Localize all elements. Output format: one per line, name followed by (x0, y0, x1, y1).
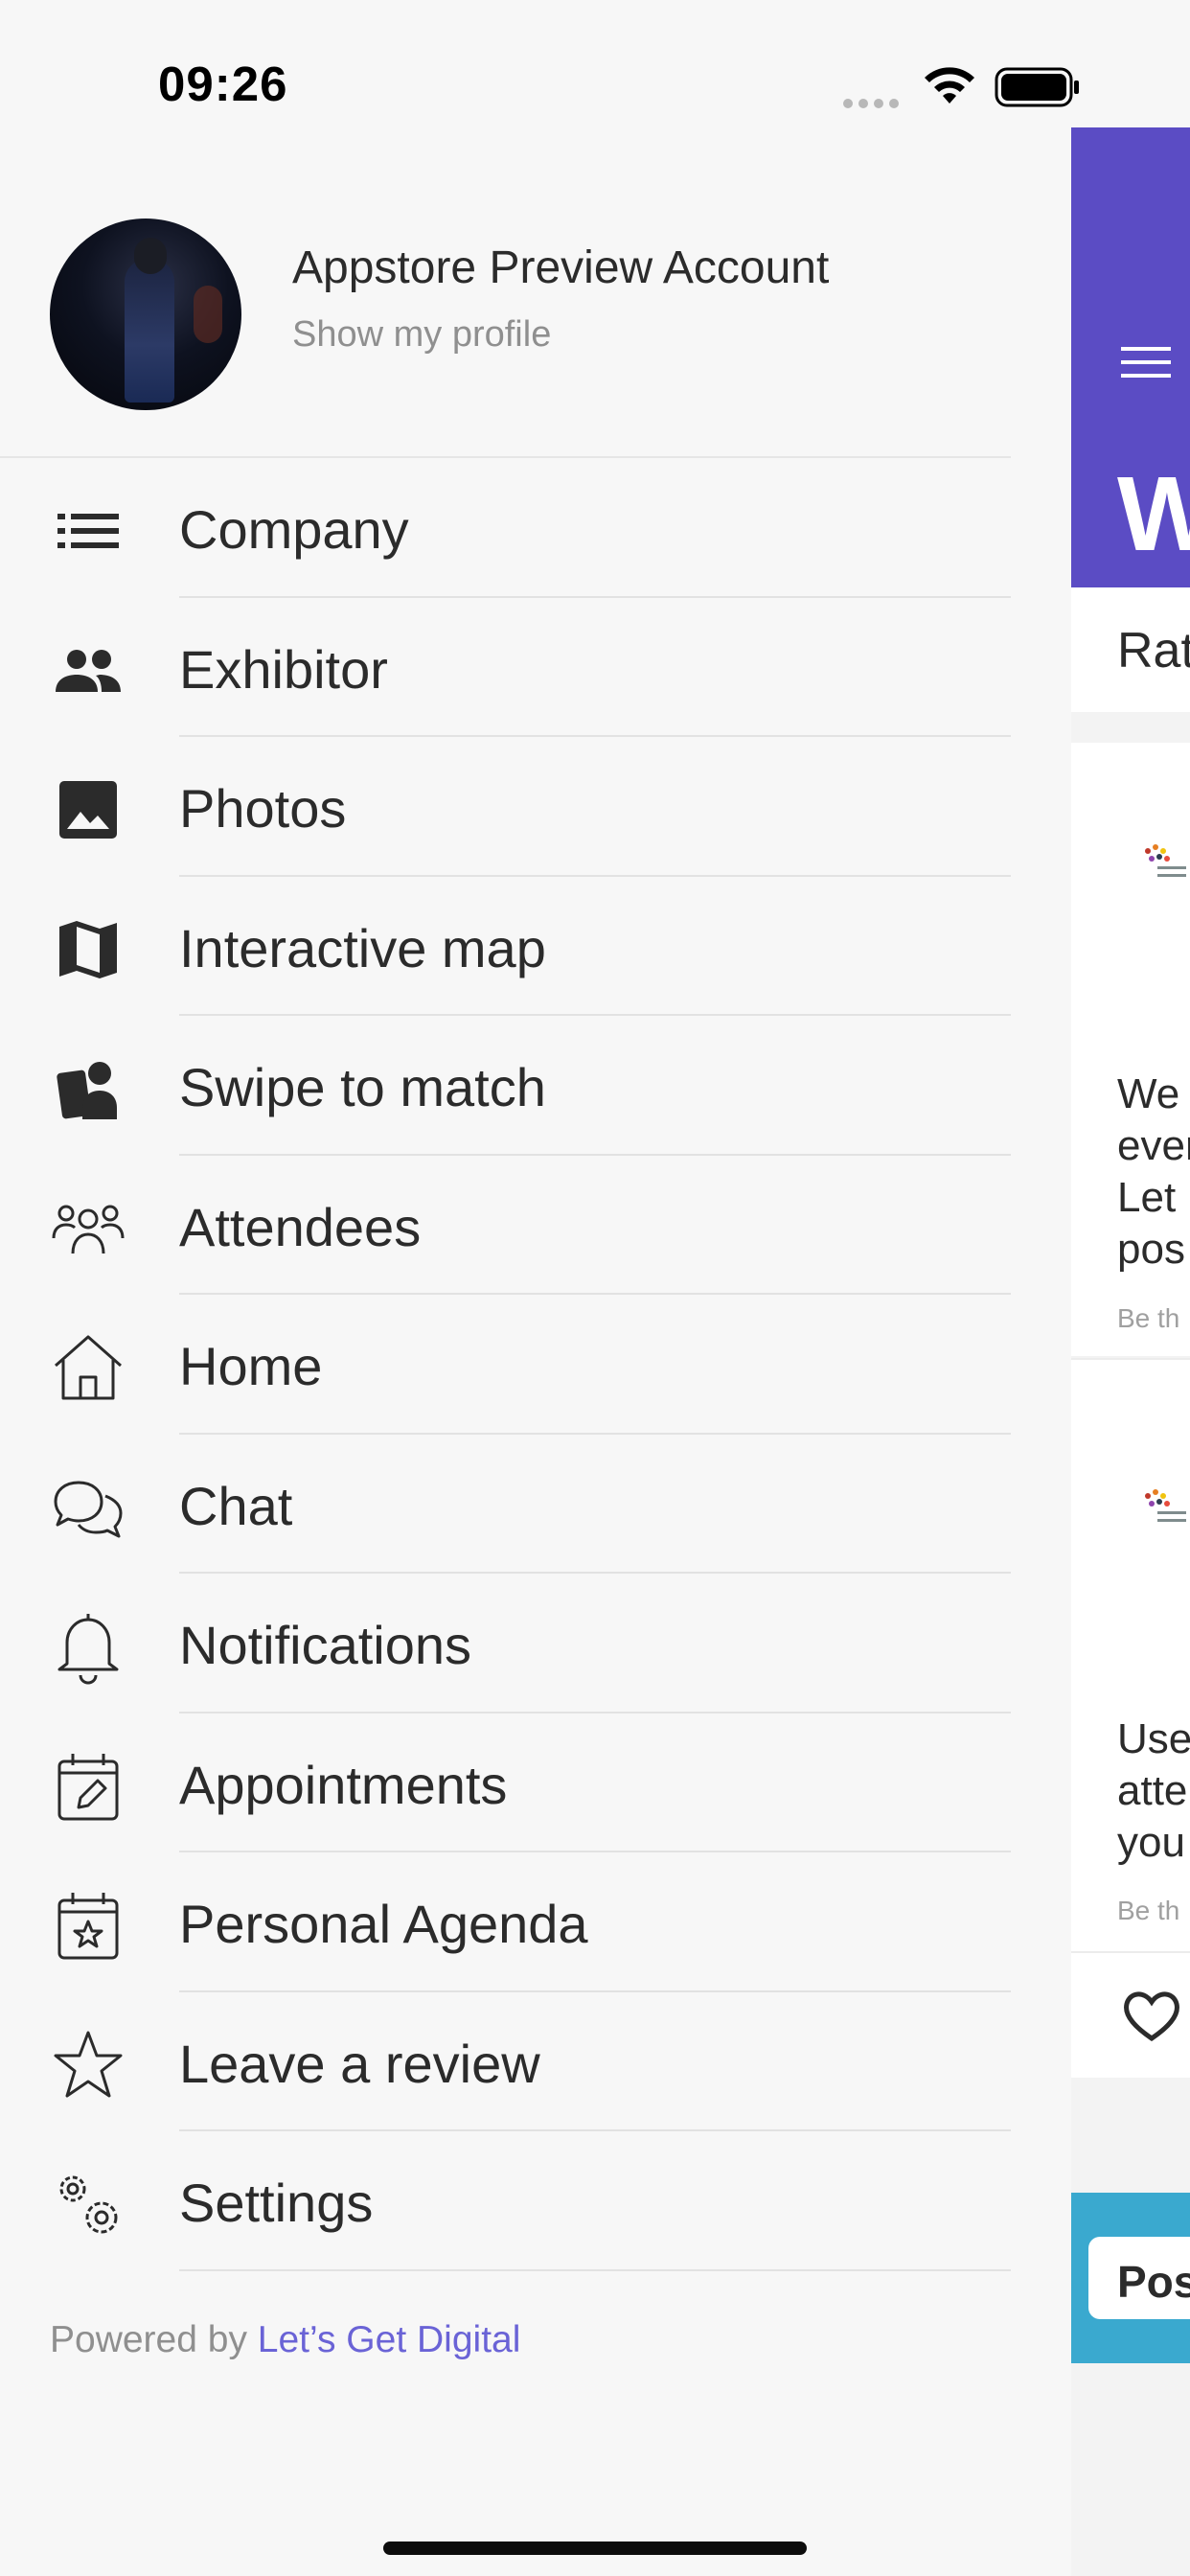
background-header: W (1071, 127, 1190, 587)
menu-item-company[interactable]: Company (0, 458, 1011, 598)
avatar[interactable] (50, 218, 241, 410)
company-logo-icon (1145, 844, 1186, 877)
menu-item-label: Attendees (179, 1196, 422, 1257)
powered-by-prefix: Powered by (50, 2319, 258, 2360)
menu-item-notifications[interactable]: Notifications (0, 1574, 1011, 1714)
background-page: W Rat We ever Let pos Be th Use atte you… (1071, 127, 1190, 2576)
hamburger-menu-icon[interactable] (1121, 343, 1171, 381)
post-text: Use atte you (1117, 1715, 1190, 1866)
menu-item-label: Notifications (179, 1615, 472, 1675)
signal-dots-icon (843, 96, 904, 108)
post-text: We ever Let pos (1117, 1070, 1190, 1273)
navigation-drawer: Appstore Preview Account Show my profile… (0, 134, 1011, 2576)
list-icon (50, 493, 126, 569)
status-time: 09:26 (158, 57, 288, 111)
menu-item-label: Interactive map (179, 917, 546, 978)
home-indicator[interactable] (383, 2542, 807, 2555)
background-rating-row[interactable]: Rat (1071, 587, 1190, 712)
background-rating-label: Rat (1117, 623, 1190, 678)
heart-icon[interactable] (1121, 1987, 1182, 2044)
menu-item-exhibitor[interactable]: Exhibitor (0, 598, 1011, 737)
menu-item-leave-a-review[interactable]: Leave a review (0, 1992, 1011, 2131)
menu-item-label: Exhibitor (179, 638, 388, 700)
gears-icon (50, 2166, 126, 2242)
menu-item-settings[interactable]: Settings (0, 2131, 1011, 2271)
divider (179, 2268, 1011, 2271)
menu-item-label: Home (179, 1336, 323, 1396)
menu-item-home[interactable]: Home (0, 1295, 1011, 1435)
battery-icon (995, 67, 1079, 107)
post-card[interactable]: We ever Let pos Be th (1071, 743, 1190, 1360)
post-comment-hint: Be th (1117, 1303, 1180, 1333)
swipe-match-icon (50, 1050, 126, 1127)
menu-item-label: Photos (179, 778, 347, 839)
menu-item-label: Company (179, 499, 409, 560)
menu-item-chat[interactable]: Chat (0, 1435, 1011, 1574)
post-bar: Pos (1071, 2193, 1190, 2363)
post-button-label: Pos (1117, 2257, 1190, 2307)
attendees-icon (50, 1190, 126, 1267)
status-bar: 09:26 (0, 0, 1190, 134)
menu-item-label: Swipe to match (179, 1057, 546, 1117)
calendar-star-icon (50, 1887, 126, 1964)
background-title: W (1117, 455, 1190, 573)
menu-item-personal-agenda[interactable]: Personal Agenda (0, 1852, 1011, 1992)
menu-item-appointments[interactable]: Appointments (0, 1714, 1011, 1852)
menu-item-label: Settings (179, 2173, 374, 2233)
menu-item-photos[interactable]: Photos (0, 737, 1011, 877)
bell-icon (50, 1608, 126, 1685)
company-logo-icon (1145, 1489, 1186, 1522)
show-profile-link[interactable]: Show my profile (292, 314, 551, 356)
chat-icon (50, 1469, 126, 1546)
people-icon (50, 632, 126, 709)
star-icon (50, 2027, 126, 2104)
home-icon (50, 1329, 126, 1406)
drawer-menu: Company Exhibitor Photos Interactive map (0, 458, 1011, 2271)
image-icon (50, 771, 126, 848)
menu-item-label: Appointments (179, 1754, 508, 1815)
map-icon (50, 911, 126, 988)
menu-item-attendees[interactable]: Attendees (0, 1156, 1011, 1295)
calendar-edit-icon (50, 1748, 126, 1825)
post-actions (1071, 1953, 1190, 2078)
menu-item-label: Leave a review (179, 2033, 540, 2094)
post-comment-hint: Be th (1117, 1896, 1180, 1925)
menu-item-swipe-to-match[interactable]: Swipe to match (0, 1016, 1011, 1156)
powered-by-link[interactable]: Let’s Get Digital (258, 2319, 521, 2360)
post-card[interactable]: Use atte you Be th (1071, 1388, 1190, 1953)
menu-item-label: Chat (179, 1475, 293, 1536)
post-button[interactable]: Pos (1088, 2237, 1190, 2319)
menu-item-label: Personal Agenda (179, 1894, 588, 1954)
profile-header[interactable]: Appstore Preview Account Show my profile (0, 134, 1011, 458)
profile-name: Appstore Preview Account (292, 242, 830, 293)
wifi-icon (925, 67, 974, 104)
powered-by: Powered by Let’s Get Digital (50, 2319, 520, 2361)
menu-item-interactive-map[interactable]: Interactive map (0, 877, 1011, 1016)
